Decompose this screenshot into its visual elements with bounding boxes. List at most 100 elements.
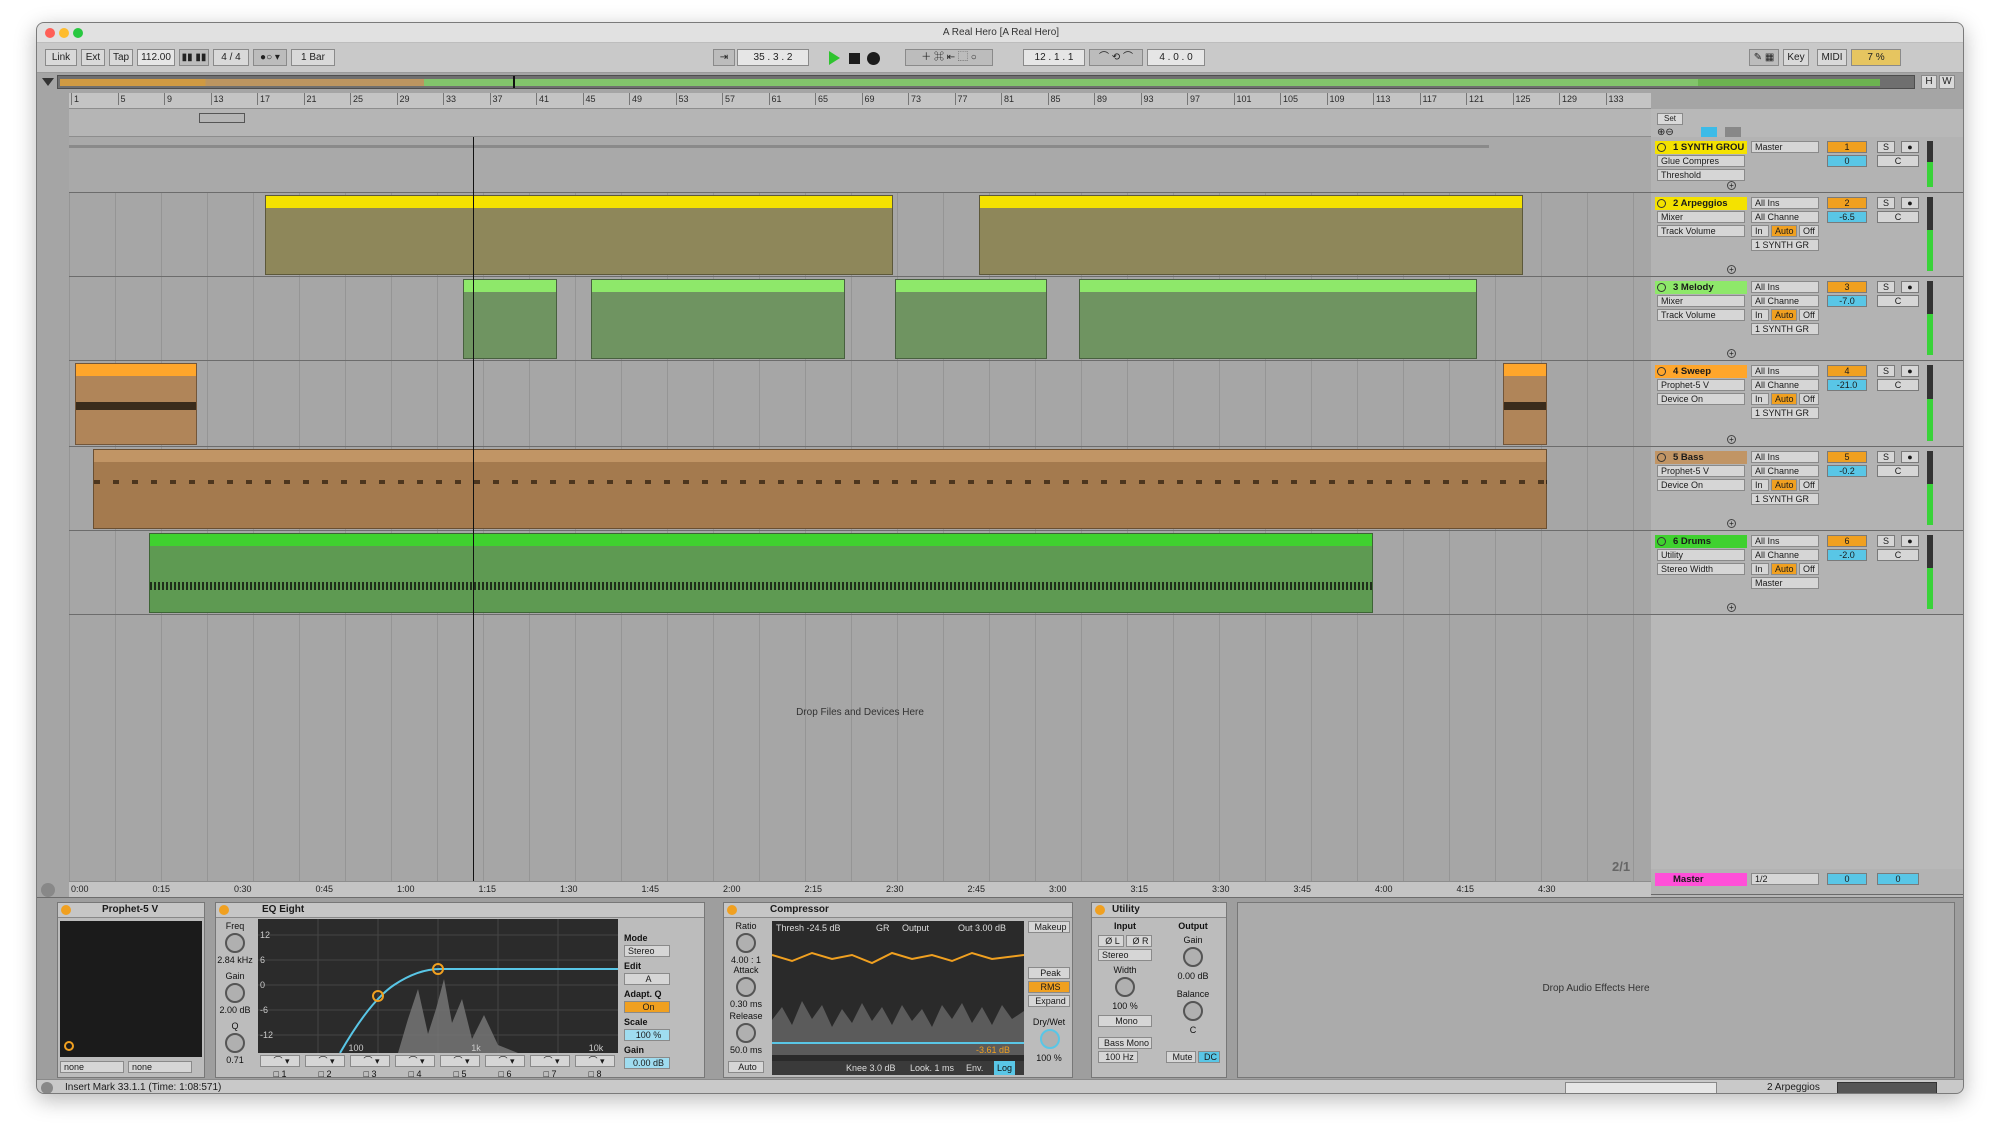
loop-switch-icon[interactable]: ⌒ ⟲ ⌒ (1089, 49, 1143, 66)
solo-button[interactable]: S (1877, 281, 1895, 293)
utility-dc-button[interactable]: DC (1198, 1051, 1220, 1063)
track-header[interactable]: 3 Melody Mixer Track Volume All Ins All Chan… (1651, 277, 1963, 361)
ruler-bar-101[interactable]: 101 (1233, 93, 1252, 105)
track-pan[interactable]: C (1877, 549, 1919, 561)
clip-melody-1[interactable] (463, 279, 557, 359)
device-utility[interactable]: Utility Input Output Ø L Ø R Stereo Widt… (1091, 902, 1227, 1078)
track-header[interactable]: 5 Bass Prophet-5 V Device On All Ins All Cha… (1651, 447, 1963, 531)
monitor-in-button[interactable]: In (1751, 479, 1769, 491)
fold-icon[interactable] (1657, 453, 1666, 462)
eq-freq-knob[interactable] (225, 933, 245, 953)
eq-band-toggle[interactable]: □ 5 (440, 1069, 480, 1079)
ruler-bar-1[interactable]: 1 (71, 93, 79, 105)
ruler-bar-9[interactable]: 9 (164, 93, 172, 105)
midi-map-button[interactable]: MIDI (1817, 49, 1847, 66)
eq-band-filter-menu[interactable]: ⌒ ▾ (350, 1055, 390, 1067)
fold-icon[interactable] (1657, 143, 1666, 152)
track-name[interactable]: 2 Arpeggios (1655, 197, 1747, 210)
master-name[interactable]: Master (1655, 873, 1747, 886)
monitor-auto-button[interactable]: Auto (1771, 563, 1797, 575)
track-param-menu[interactable]: Device On (1657, 479, 1745, 491)
track-edit-icon[interactable] (1701, 127, 1717, 137)
arm-button[interactable]: ● (1901, 365, 1919, 377)
track-name[interactable]: 3 Melody (1655, 281, 1747, 294)
ruler-bar-37[interactable]: 37 (489, 93, 503, 105)
master-track[interactable]: Master 1/2 0 0 (1651, 869, 1963, 895)
track-input-menu[interactable]: All Ins (1751, 281, 1819, 293)
track-channel-menu[interactable]: All Channe (1751, 295, 1819, 307)
play-icon[interactable] (829, 51, 840, 65)
comp-knee[interactable]: Knee 3.0 dB (846, 1061, 896, 1075)
clip-bass[interactable] (93, 449, 1547, 529)
add-automation-icon[interactable]: + (1727, 435, 1736, 444)
track-header[interactable]: 2 Arpeggios Mixer Track Volume All Ins All C… (1651, 193, 1963, 277)
track-volume[interactable]: -6.5 (1827, 211, 1867, 223)
ruler-bar-41[interactable]: 41 (536, 93, 549, 105)
lock-icon[interactable] (1725, 127, 1741, 137)
eq-band-filter-menu[interactable]: ⌒ ▾ (485, 1055, 525, 1067)
eq-gain-knob[interactable] (225, 983, 245, 1003)
monitor-off-button[interactable]: Off (1799, 309, 1819, 321)
stop-icon[interactable] (849, 53, 860, 64)
clip-melody-3[interactable] (895, 279, 1047, 359)
clip-arpeggios-1[interactable] (265, 195, 893, 275)
ruler-bar-117[interactable]: 117 (1419, 93, 1437, 105)
arm-button[interactable]: ● (1901, 141, 1919, 153)
locator-bar[interactable] (69, 109, 1651, 137)
track-pan[interactable]: C (1877, 155, 1919, 167)
track-output-menu[interactable]: Master (1751, 577, 1819, 589)
track-param-menu[interactable]: Track Volume (1657, 309, 1745, 321)
comp-on-icon[interactable] (727, 905, 737, 915)
song-position-field[interactable]: 35 . 3 . 2 (737, 49, 809, 66)
monitor-in-button[interactable]: In (1751, 393, 1769, 405)
quantize-menu[interactable]: 1 Bar (291, 49, 335, 66)
draw-mode-icon[interactable]: ✎ ▦ (1749, 49, 1779, 66)
track-pan[interactable]: C (1877, 211, 1919, 223)
solo-button[interactable]: S (1877, 535, 1895, 547)
arrangement-overview[interactable] (57, 75, 1915, 89)
ruler-bar-93[interactable]: 93 (1140, 93, 1154, 105)
ruler-bar-129[interactable]: 129 (1559, 93, 1577, 105)
expand-icon[interactable] (41, 75, 55, 89)
arm-button[interactable]: ● (1901, 451, 1919, 463)
track-input-menu[interactable]: Master (1751, 141, 1819, 153)
track-channel-menu[interactable]: All Channe (1751, 211, 1819, 223)
track-channel-menu[interactable]: All Channe (1751, 379, 1819, 391)
comp-attack-knob[interactable] (736, 977, 756, 997)
eq-adapt-toggle[interactable]: On (624, 1001, 670, 1013)
set-button[interactable]: Set (1657, 113, 1683, 125)
time-ruler[interactable]: 0:00 0:15 0:30 0:45 1:00 1:15 1:30 1:45 2:00 2:15… (69, 881, 1651, 897)
ruler-bar-121[interactable]: 121 (1466, 93, 1484, 105)
key-map-button[interactable]: Key (1783, 49, 1809, 66)
add-automation-icon[interactable]: + (1727, 265, 1736, 274)
monitor-auto-button[interactable]: Auto (1771, 309, 1797, 321)
arrangement-view[interactable]: Drop Files and Devices Here (69, 137, 1651, 881)
ruler-bar-17[interactable]: 17 (257, 93, 270, 105)
track-name[interactable]: 1 SYNTH GROU (1655, 141, 1747, 154)
phase-right-button[interactable]: Ø R (1126, 935, 1152, 947)
ruler-bar-25[interactable]: 25 (350, 93, 363, 105)
track-activator[interactable]: 2 (1827, 197, 1867, 209)
clip-melody-2[interactable] (591, 279, 845, 359)
eq-band-filter-menu[interactable]: ⌒ ▾ (530, 1055, 570, 1067)
ruler-bar-57[interactable]: 57 (722, 93, 735, 105)
ruler-bar-33[interactable]: 33 (443, 93, 456, 105)
ruler-bar-21[interactable]: 21 (303, 93, 317, 105)
track-header[interactable]: 1 SYNTH GROU Glue Compres Threshold Master 1… (1651, 137, 1963, 193)
ruler-bar-5[interactable]: 5 (117, 93, 126, 105)
eq-band-toggle[interactable]: □ 8 (575, 1069, 615, 1079)
track-param-menu[interactable]: Device On (1657, 393, 1745, 405)
track-header[interactable]: 4 Sweep Prophet-5 V Device On All Ins All Ch… (1651, 361, 1963, 447)
close-window-button[interactable] (45, 28, 55, 38)
track-name[interactable]: 5 Bass (1655, 451, 1747, 464)
eq-band-filter-menu[interactable]: ⌒ ▾ (575, 1055, 615, 1067)
comp-gr-toggle[interactable]: GR (876, 923, 890, 933)
track-output-menu[interactable]: 1 SYNTH GR (1751, 493, 1819, 505)
ruler-bar-65[interactable]: 65 (815, 93, 828, 105)
nudge-icon[interactable]: ▮▮ ▮▮ (179, 49, 209, 66)
track-activator[interactable]: 5 (1827, 451, 1867, 463)
eq-band-toggle[interactable]: □ 4 (395, 1069, 435, 1079)
utility-stereo-menu[interactable]: Stereo (1098, 949, 1152, 961)
clip-drums[interactable] (149, 533, 1373, 613)
solo-button[interactable]: S (1877, 451, 1895, 463)
